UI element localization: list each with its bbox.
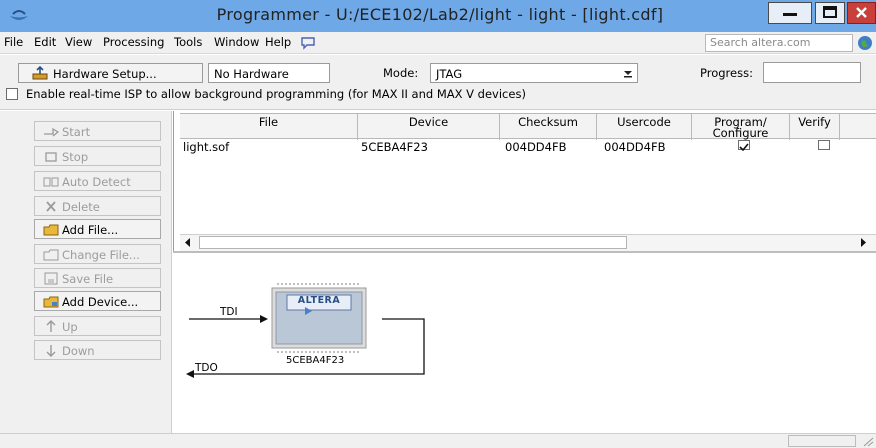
down-button[interactable]: Down [34, 340, 161, 360]
hardware-field: No Hardware [208, 63, 330, 83]
column-header-file[interactable]: File [180, 114, 358, 140]
chip-device-label: 5CEBA4F23 [286, 355, 345, 366]
minimize-icon [783, 13, 797, 16]
progress-label: Progress: [700, 66, 753, 80]
maximize-button[interactable] [815, 2, 845, 24]
start-button[interactable]: Start [34, 121, 161, 141]
mode-select[interactable]: JTAG [430, 63, 638, 83]
menu-tools[interactable]: Tools [174, 35, 202, 49]
delete-button[interactable]: Delete [34, 196, 161, 216]
auto-detect-icon [43, 177, 59, 187]
table-header: File Device Checksum Usercode Program/ C… [180, 113, 876, 140]
jtag-chain-canvas [186, 283, 425, 378]
scroll-right-icon[interactable] [858, 237, 868, 248]
add-device-button[interactable]: Add Device... [34, 291, 161, 311]
tdo-label: TDO [195, 362, 218, 374]
status-cell [788, 435, 856, 447]
stop-button[interactable]: Stop [34, 146, 161, 166]
minimize-button[interactable] [768, 2, 812, 24]
resize-grip-icon[interactable] [862, 436, 874, 447]
isp-checkbox[interactable] [6, 88, 18, 100]
isp-label: Enable real-time ISP to allow background… [26, 87, 526, 101]
column-header-verify[interactable]: Verify [790, 114, 840, 140]
cell-usercode[interactable]: 004DD4FB [604, 140, 665, 154]
menu-help[interactable]: Help [265, 35, 291, 49]
save-file-icon [44, 272, 58, 285]
action-button-panel: Start Stop Auto Detect Delete Add File..… [0, 111, 172, 448]
column-header-device[interactable]: Device [358, 114, 500, 140]
mode-label: Mode: [383, 66, 419, 80]
altera-logo-text: ALTERA [297, 295, 341, 306]
programmer-app-icon [10, 10, 28, 20]
verify-checkbox[interactable] [818, 140, 830, 150]
menu-processing[interactable]: Processing [103, 35, 164, 49]
tdo-arrowhead [186, 370, 194, 378]
search-input[interactable]: Search altera.com [705, 34, 853, 52]
chevron-down-icon[interactable] [620, 64, 636, 81]
scrollbar-thumb[interactable] [199, 236, 627, 249]
column-header-program-configure[interactable]: Program/ Configure [692, 114, 790, 140]
close-button[interactable] [847, 2, 876, 24]
hardware-setup-button[interactable]: Hardware Setup... [18, 63, 203, 83]
window-title: Programmer - U:/ECE102/Lab2/light - ligh… [216, 5, 664, 24]
delete-icon [46, 201, 56, 212]
hardware-setup-label: Hardware Setup... [53, 67, 157, 81]
menu-view[interactable]: View [65, 35, 92, 49]
cell-checksum[interactable]: 004DD4FB [505, 140, 566, 154]
menu-window[interactable]: Window [214, 35, 259, 49]
hardware-setup-icon [32, 66, 48, 80]
column-header-checksum[interactable]: Checksum [500, 114, 597, 140]
progress-bar [763, 62, 861, 83]
add-file-button[interactable]: Add File... [34, 219, 161, 239]
column-header-usercode[interactable]: Usercode [597, 114, 692, 140]
maximize-icon [823, 6, 837, 18]
close-icon [856, 7, 867, 18]
change-file-button[interactable]: Change File... [34, 244, 161, 264]
program-checkbox[interactable] [738, 140, 750, 152]
scroll-left-icon[interactable] [183, 237, 193, 248]
tdi-arrowhead [260, 315, 268, 323]
globe-search-icon[interactable] [857, 35, 873, 51]
tdi-label: TDI [220, 306, 238, 318]
add-file-icon [43, 224, 59, 236]
add-device-icon [43, 296, 59, 308]
status-bar [0, 433, 876, 448]
menu-edit[interactable]: Edit [34, 35, 56, 49]
stop-icon [45, 152, 57, 162]
auto-detect-button[interactable]: Auto Detect [34, 171, 161, 191]
help-chat-icon[interactable] [300, 36, 316, 50]
start-icon [44, 127, 59, 137]
cell-device[interactable]: 5CEBA4F23 [361, 140, 428, 154]
up-button[interactable]: Up [34, 316, 161, 336]
down-icon [46, 345, 56, 357]
save-file-button[interactable]: Save File [34, 268, 161, 288]
menu-file[interactable]: File [4, 35, 23, 49]
checkmark-icon [739, 143, 749, 152]
cell-file[interactable]: light.sof [183, 140, 229, 154]
up-icon [46, 320, 56, 332]
change-file-icon [43, 249, 59, 261]
